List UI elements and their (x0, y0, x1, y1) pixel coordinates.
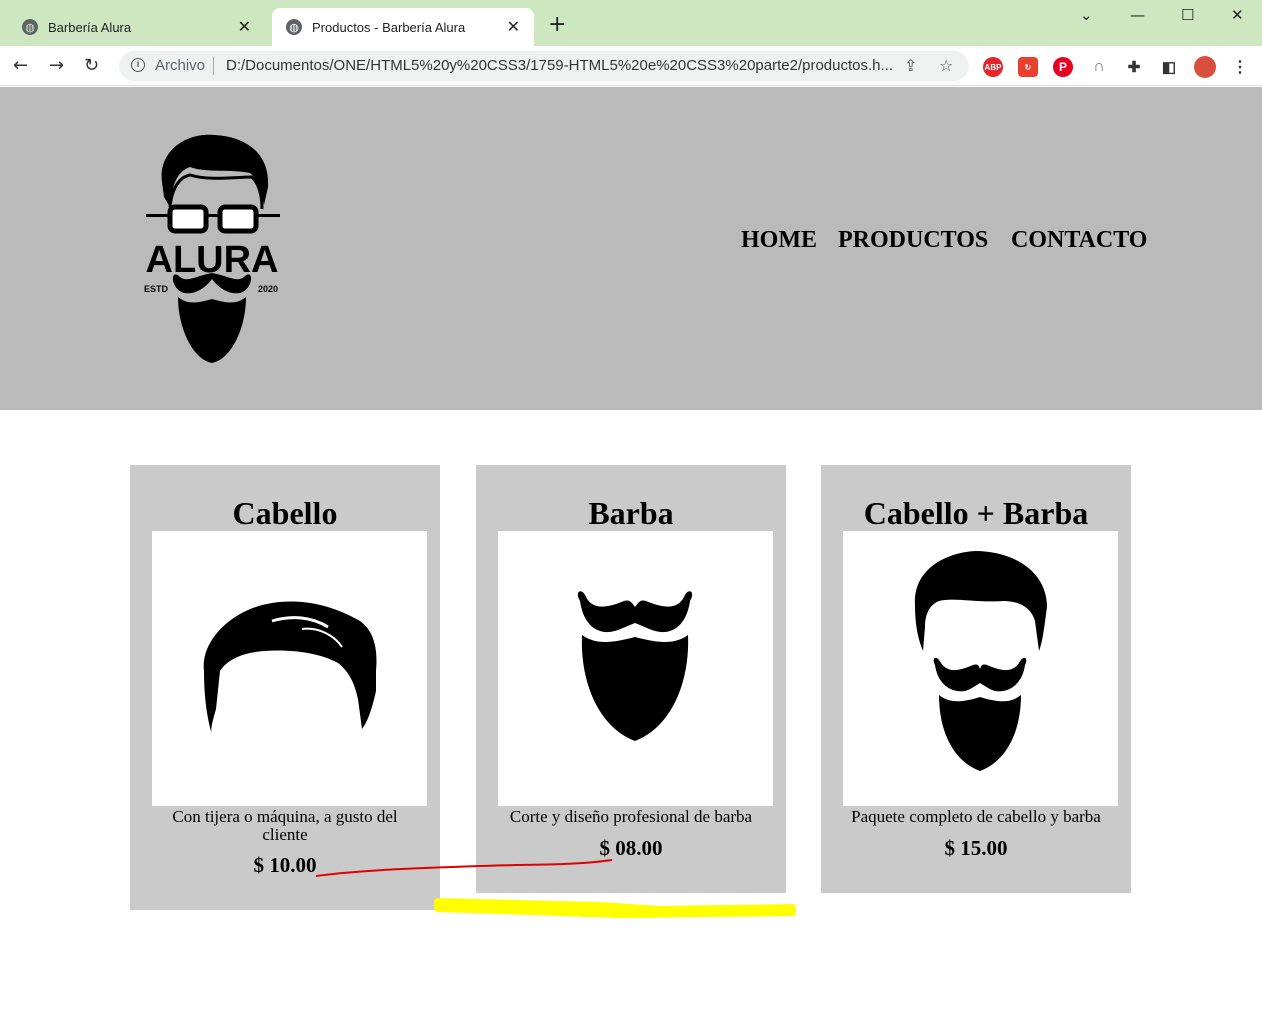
close-tab-icon[interactable]: ✕ (507, 17, 520, 37)
address-separator (213, 57, 214, 75)
product-image (498, 531, 773, 806)
site-header: ALURA ESTD 2020 HOME PRODUCTOS CONTACTO (0, 87, 1262, 410)
pinterest-icon[interactable]: P (1053, 57, 1073, 77)
browser-tabstrip: ◍ Barbería Alura ✕ ◍ Productos - Barberí… (0, 0, 1262, 46)
bookmark-star-icon[interactable]: ☆ (939, 56, 953, 75)
nav-contacto-link[interactable]: CONTACTO (1011, 227, 1147, 254)
new-tab-button[interactable]: + (548, 14, 566, 36)
reload-button[interactable]: ↻ (84, 55, 99, 76)
globe-icon: ◍ (22, 19, 38, 35)
product-card: Barba Corte y diseño profesional de barb… (476, 465, 786, 893)
browser-toolbar: ← → ↻ i Archivo D:/Documentos/ONE/HTML5%… (0, 46, 1262, 86)
product-title: Cabello (232, 495, 338, 531)
beard-icon (577, 591, 693, 741)
adblock-icon[interactable]: ABP (983, 57, 1003, 77)
maximize-button[interactable]: ☐ (1181, 6, 1194, 24)
tab-search-icon[interactable]: ⌄ (1080, 6, 1093, 24)
logo-year-text: 2020 (258, 284, 278, 294)
address-bar[interactable]: i Archivo D:/Documentos/ONE/HTML5%20y%20… (119, 51, 969, 81)
extensions-puzzle-icon[interactable]: ✚ (1124, 57, 1144, 77)
product-price: $ 10.00 (253, 853, 317, 877)
minimize-button[interactable]: — (1130, 6, 1145, 24)
nav-productos-link[interactable]: PRODUCTOS (838, 227, 988, 254)
info-icon[interactable]: i (131, 58, 145, 72)
yellow-highlight-mark (434, 898, 796, 918)
alura-logo[interactable]: ALURA ESTD 2020 (140, 127, 285, 367)
product-description: Paquete completo de cabello y barba (851, 807, 1101, 826)
hair-icon (203, 601, 377, 735)
product-price: $ 15.00 (944, 836, 1008, 860)
tab-title: Barbería Alura (48, 19, 132, 35)
close-tab-icon[interactable]: ✕ (238, 17, 251, 37)
back-button[interactable]: ← (13, 55, 28, 76)
sync-extension-icon[interactable]: ↻ (1018, 57, 1038, 77)
product-title: Cabello + Barba (863, 495, 1089, 531)
product-description: Corte y diseño profesional de barba (509, 807, 753, 826)
product-card: Cabello Con tijera o máquina, a gusto de… (130, 465, 440, 910)
product-image (152, 531, 427, 806)
side-panel-icon[interactable]: ◧ (1159, 57, 1179, 77)
product-price: $ 08.00 (599, 836, 663, 860)
forward-button[interactable]: → (49, 55, 64, 76)
address-url[interactable]: D:/Documentos/ONE/HTML5%20y%20CSS3/1759-… (226, 57, 896, 74)
menu-kebab-icon[interactable]: ⋮ (1230, 57, 1250, 77)
share-icon[interactable]: ⇪ (904, 56, 917, 75)
arc-extension-icon[interactable]: ∩ (1089, 57, 1109, 77)
tab-title: Productos - Barbería Alura (312, 19, 466, 35)
address-scheme: Archivo (155, 57, 206, 74)
close-window-button[interactable]: ✕ (1231, 6, 1244, 24)
product-description: Con tijera o máquina, a gusto del client… (172, 807, 398, 844)
product-card: Cabello + Barba Paquete completo de cabe… (821, 465, 1131, 893)
nav-home-link[interactable]: HOME (741, 227, 817, 254)
product-title: Barba (588, 495, 674, 531)
hair-beard-icon (914, 551, 1047, 771)
tab-productos[interactable]: ◍ Productos - Barbería Alura ✕ (272, 8, 534, 46)
logo-estd-text: ESTD (144, 284, 169, 294)
globe-icon: ◍ (286, 19, 302, 35)
profile-avatar[interactable] (1194, 56, 1216, 78)
tab-barberia[interactable]: ◍ Barbería Alura ✕ (10, 8, 265, 46)
product-image (843, 531, 1118, 806)
